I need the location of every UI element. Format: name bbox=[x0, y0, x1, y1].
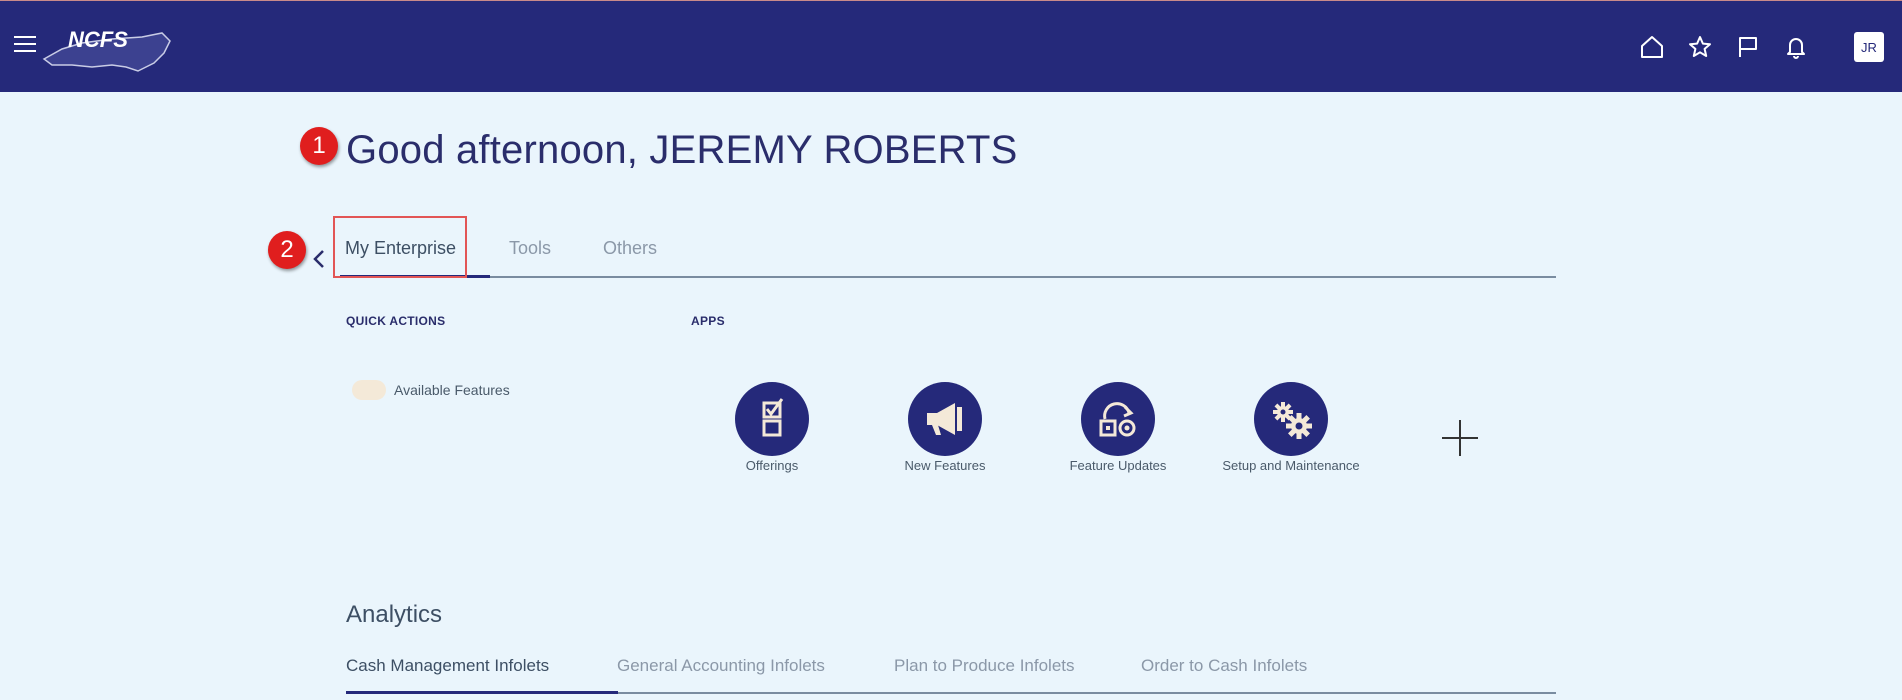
tab-others[interactable]: Others bbox=[603, 238, 657, 259]
app-label: Feature Updates bbox=[1069, 458, 1167, 473]
app-new-features[interactable]: New Features bbox=[875, 382, 1015, 475]
highlight-box bbox=[333, 216, 467, 278]
chevron-left-icon[interactable] bbox=[312, 246, 326, 277]
global-header: NCFS JR bbox=[0, 0, 1902, 92]
available-features-icon bbox=[352, 380, 386, 400]
analytics-title: Analytics bbox=[346, 601, 443, 628]
app-label: New Features bbox=[904, 458, 986, 473]
step-marker-2: 2 bbox=[268, 231, 306, 269]
menu-icon[interactable] bbox=[14, 36, 36, 54]
home-icon[interactable] bbox=[1638, 33, 1666, 61]
step-marker-1: 1 bbox=[300, 127, 338, 165]
app-label: Setup and Maintenance bbox=[1222, 458, 1360, 473]
star-icon[interactable] bbox=[1686, 33, 1714, 61]
tab-cash-management-infolets[interactable]: Cash Management Infolets bbox=[346, 656, 549, 676]
page-greeting: Good afternoon, JEREMY ROBERTS bbox=[346, 128, 1018, 172]
tab-general-accounting-infolets[interactable]: General Accounting Infolets bbox=[617, 656, 825, 676]
quick-action-available-features[interactable]: Available Features bbox=[352, 380, 510, 400]
app-setup-and-maintenance[interactable]: Setup and Maintenance bbox=[1221, 382, 1361, 475]
gears-icon bbox=[1254, 382, 1328, 456]
feature-updates-icon bbox=[1081, 382, 1155, 456]
tab-tools[interactable]: Tools bbox=[509, 238, 551, 259]
app-offerings[interactable]: Offerings bbox=[702, 382, 842, 475]
app-label: Offerings bbox=[745, 458, 799, 473]
quick-action-label: Available Features bbox=[394, 382, 510, 398]
offerings-icon bbox=[735, 382, 809, 456]
logo-text: NCFS bbox=[68, 27, 128, 52]
tab-plan-to-produce-infolets[interactable]: Plan to Produce Infolets bbox=[894, 656, 1075, 676]
ncfs-logo[interactable]: NCFS bbox=[42, 19, 176, 75]
apps-title: APPS bbox=[691, 314, 725, 328]
flag-icon[interactable] bbox=[1734, 33, 1762, 61]
megaphone-icon bbox=[908, 382, 982, 456]
analytics-active-tab-indicator bbox=[346, 691, 618, 694]
user-avatar[interactable]: JR bbox=[1854, 32, 1884, 62]
quick-actions-title: QUICK ACTIONS bbox=[346, 314, 446, 328]
tabs-divider bbox=[340, 276, 1556, 278]
tab-order-to-cash-infolets[interactable]: Order to Cash Infolets bbox=[1141, 656, 1307, 676]
add-app-icon[interactable] bbox=[1440, 418, 1480, 458]
app-feature-updates[interactable]: Feature Updates bbox=[1048, 382, 1188, 475]
bell-icon[interactable] bbox=[1782, 33, 1810, 61]
